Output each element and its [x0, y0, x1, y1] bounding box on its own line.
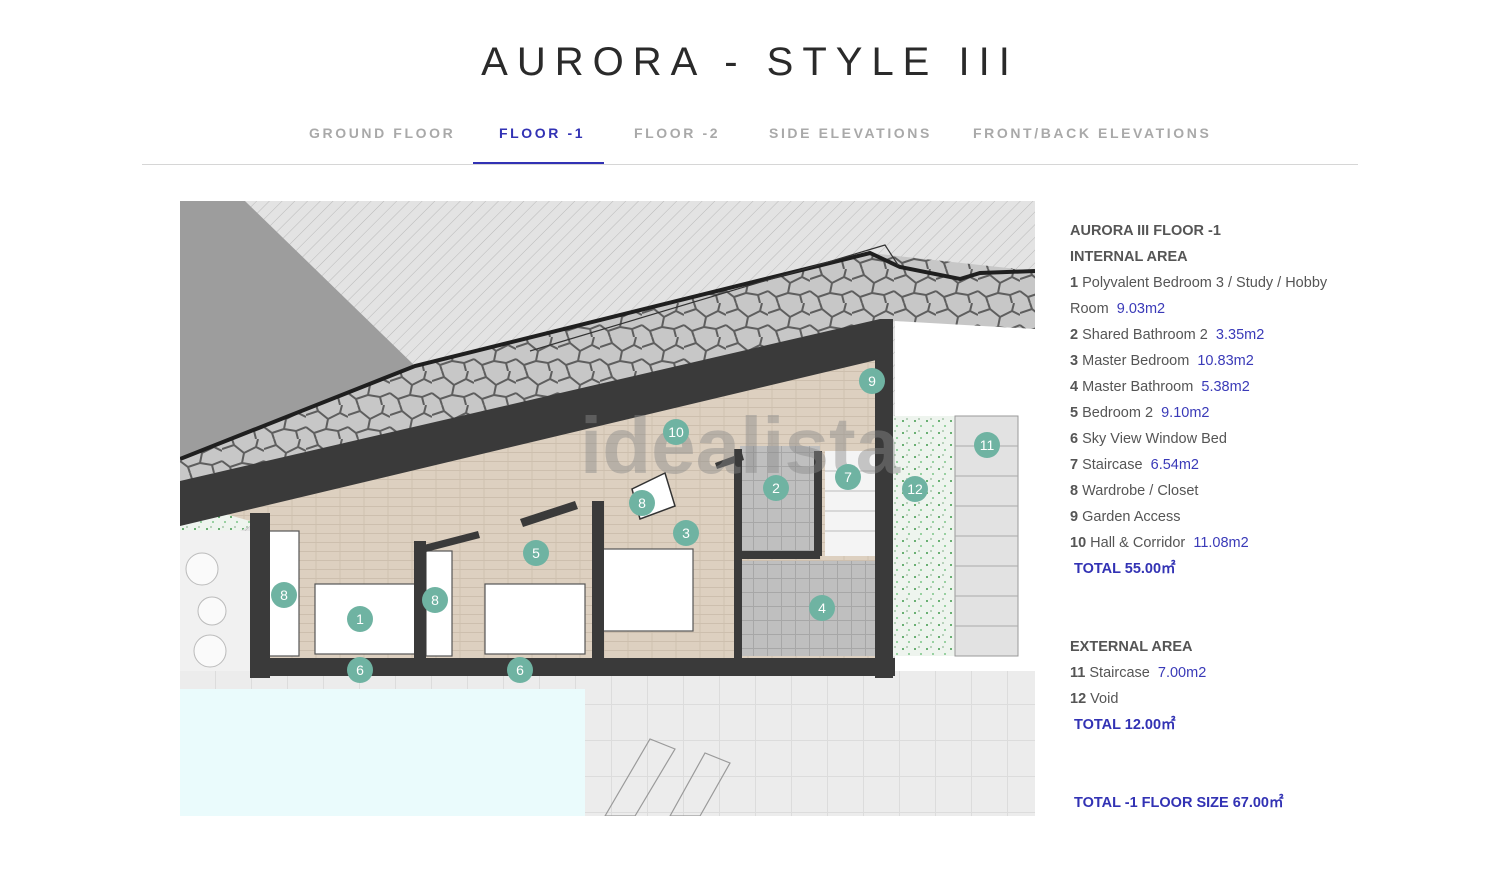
room-marker-5: 5	[523, 540, 549, 566]
room-marker-10: 10	[663, 419, 689, 445]
floor-plan-drawing: idealista 1 2 3 4 5 6 6 7 8 8 8 9 10 11 …	[180, 201, 1035, 816]
internal-area-heading: INTERNAL AREA	[1070, 249, 1188, 265]
room-entry: 9 Garden Access	[1070, 504, 1360, 530]
room-marker-8a-label: 8	[280, 587, 288, 603]
tab-ground-floor[interactable]: GROUND FLOOR	[309, 125, 455, 141]
room-marker-8a: 8	[271, 582, 297, 608]
room-area: 9.10m2	[1161, 405, 1210, 421]
room-number: 4	[1070, 379, 1079, 395]
room-area: 10.83m2	[1197, 353, 1254, 369]
floor-title: AURORA III FLOOR -1	[1070, 223, 1221, 239]
room-area: 9.03m2	[1116, 301, 1166, 317]
room-entry: 1 Polyvalent Bedroom 3 / Study / Hobby R…	[1070, 270, 1360, 322]
room-marker-4-label: 4	[818, 600, 826, 616]
room-marker-11-label: 11	[980, 437, 995, 453]
room-marker-1-label: 1	[356, 611, 364, 627]
room-name: Master Bathroom	[1082, 379, 1194, 395]
room-entry: 6 Sky View Window Bed	[1070, 426, 1360, 452]
tab-side-elevations[interactable]: SIDE ELEVATIONS	[769, 125, 932, 141]
room-entry: 8 Wardrobe / Closet	[1070, 478, 1360, 504]
room-area: 7.00m2	[1157, 665, 1207, 681]
room-marker-3-label: 3	[682, 525, 690, 541]
room-marker-9: 9	[859, 368, 885, 394]
floor-tabs: GROUND FLOOR FLOOR -1 FLOOR -2 SIDE ELEV…	[142, 118, 1358, 165]
room-marker-8b: 8	[422, 587, 448, 613]
room-name: Staircase	[1082, 457, 1143, 473]
room-entry: 2 Shared Bathroom 2 3.35m2	[1070, 322, 1360, 348]
room-marker-6a-label: 6	[356, 662, 364, 678]
room-name: Hall & Corridor	[1090, 535, 1186, 551]
room-marker-12: 12	[902, 476, 928, 502]
room-marker-12-label: 12	[907, 481, 923, 497]
room-marker-8c: 8	[629, 490, 655, 516]
room-name: Garden Access	[1082, 509, 1181, 525]
room-marker-11: 11	[974, 432, 1000, 458]
internal-total: TOTAL 55.00㎡	[1074, 561, 1176, 577]
room-area: 11.08m2	[1193, 535, 1249, 551]
room-entry: 12 Void	[1070, 686, 1360, 712]
room-number: 1	[1070, 275, 1079, 291]
room-entry: 5 Bedroom 2 9.10m2	[1070, 400, 1360, 426]
room-entry: 7 Staircase 6.54m2	[1070, 452, 1360, 478]
room-marker-8b-label: 8	[431, 592, 439, 608]
room-number: 6	[1070, 431, 1079, 447]
room-number: 8	[1070, 483, 1079, 499]
active-tab-indicator	[473, 162, 604, 164]
room-entry: 11 Staircase 7.00m2	[1070, 660, 1360, 686]
room-marker-1: 1	[347, 606, 373, 632]
room-number: 12	[1070, 691, 1087, 707]
room-number: 11	[1070, 665, 1086, 681]
room-area: 3.35m2	[1215, 327, 1265, 343]
room-name: Staircase	[1089, 665, 1150, 681]
room-number: 10	[1070, 535, 1087, 551]
room-marker-6a: 6	[347, 657, 373, 683]
room-number: 2	[1070, 327, 1079, 343]
room-marker-7: 7	[835, 464, 861, 490]
room-entry: 3 Master Bedroom 10.83m2	[1070, 348, 1360, 374]
room-marker-10-label: 10	[668, 424, 684, 440]
room-marker-2: 2	[763, 475, 789, 501]
tab-floor-minus-1[interactable]: FLOOR -1	[499, 125, 585, 141]
floor-plan-image: idealista 1 2 3 4 5 6 6 7 8 8 8 9 10 11 …	[180, 201, 1035, 816]
external-total: TOTAL 12.00㎡	[1074, 717, 1176, 733]
room-area: 5.38m2	[1201, 379, 1250, 395]
room-name: Void	[1090, 691, 1119, 707]
room-marker-7-label: 7	[844, 469, 852, 485]
room-name: Wardrobe / Closet	[1082, 483, 1199, 499]
floor-size-total: TOTAL -1 FLOOR SIZE 67.00㎡	[1074, 795, 1284, 811]
room-number: 9	[1070, 509, 1079, 525]
room-marker-4: 4	[809, 595, 835, 621]
room-number: 5	[1070, 405, 1079, 421]
room-name: Sky View Window Bed	[1082, 431, 1227, 447]
room-marker-8c-label: 8	[638, 495, 646, 511]
room-marker-6b-label: 6	[516, 662, 524, 678]
room-number: 7	[1070, 457, 1079, 473]
room-marker-2-label: 2	[772, 480, 780, 496]
room-entry: 10 Hall & Corridor 11.08m2	[1070, 530, 1360, 556]
room-area: 6.54m2	[1150, 457, 1199, 473]
page-title: AURORA - STYLE III	[481, 40, 1019, 84]
room-name: Polyvalent Bedroom 3 / Study / Hobby Roo…	[1070, 275, 1328, 317]
tab-floor-minus-2[interactable]: FLOOR -2	[634, 125, 720, 141]
floor-info-panel: AURORA III FLOOR -1 INTERNAL AREA 1 Poly…	[1070, 218, 1360, 816]
room-name: Bedroom 2	[1082, 405, 1154, 421]
room-marker-5-label: 5	[532, 545, 540, 561]
room-marker-9-label: 9	[868, 373, 876, 389]
room-name: Shared Bathroom 2	[1082, 327, 1208, 343]
external-area-heading: EXTERNAL AREA	[1070, 639, 1193, 655]
room-entry: 4 Master Bathroom 5.38m2	[1070, 374, 1360, 400]
room-marker-6b: 6	[507, 657, 533, 683]
room-number: 3	[1070, 353, 1079, 369]
tab-front-back-elevations[interactable]: FRONT/BACK ELEVATIONS	[973, 125, 1211, 141]
room-marker-3: 3	[673, 520, 699, 546]
room-name: Master Bedroom	[1082, 353, 1190, 369]
